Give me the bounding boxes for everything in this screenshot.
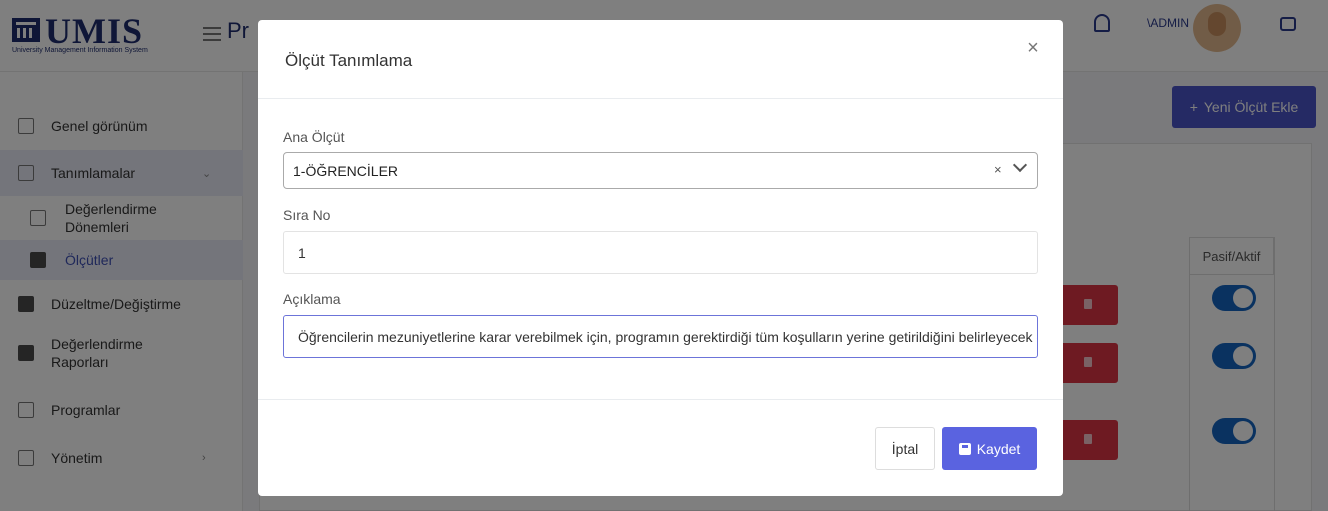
close-icon[interactable]: × <box>1021 36 1045 60</box>
modal-header: Ölçüt Tanımlama × <box>258 20 1063 99</box>
aciklama-input[interactable] <box>283 315 1038 358</box>
cancel-button[interactable]: İptal <box>875 427 935 470</box>
save-icon <box>958 442 971 455</box>
chevron-down-icon[interactable] <box>1013 161 1027 175</box>
criterion-definition-modal: Ölçüt Tanımlama × Ana Ölçüt 1-ÖĞRENCİLER… <box>258 20 1063 496</box>
save-button[interactable]: Kaydet <box>942 427 1037 470</box>
ana-olcut-label: Ana Ölçüt <box>283 129 345 145</box>
modal-title: Ölçüt Tanımlama <box>285 51 413 70</box>
sira-no-label: Sıra No <box>283 207 331 223</box>
clear-selection-icon[interactable]: × <box>994 162 1002 177</box>
aciklama-label: Açıklama <box>283 291 341 307</box>
sira-no-input[interactable] <box>283 231 1038 274</box>
modal-footer: İptal Kaydet <box>258 399 1063 496</box>
ana-olcut-selected-value: 1-ÖĞRENCİLER <box>293 163 399 179</box>
save-button-label: Kaydet <box>976 440 1021 457</box>
ana-olcut-select[interactable]: 1-ÖĞRENCİLER × <box>283 152 1038 189</box>
